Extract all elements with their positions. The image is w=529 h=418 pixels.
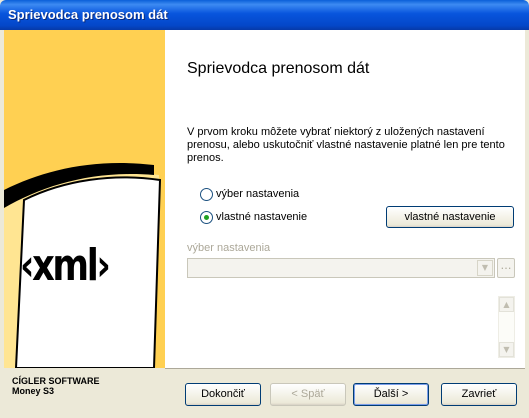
brand-product: Money S3	[12, 386, 55, 396]
sidebar-banner: ‹xml›	[4, 30, 165, 368]
footer-divider	[165, 368, 525, 369]
page-title: Sprievodca prenosom dát	[187, 60, 370, 77]
custom-settings-button[interactable]: vlastné nastavenie	[386, 206, 514, 228]
title-bar[interactable]: Sprievodca prenosom dát	[0, 0, 529, 30]
radio-preset[interactable]: výber nastavenia	[200, 187, 299, 201]
back-button[interactable]: < Späť	[270, 383, 346, 406]
xml-logo-text: ‹xml›	[20, 240, 111, 291]
finish-button[interactable]: Dokončiť	[185, 383, 261, 406]
main-panel: Sprievodca prenosom dát V prvom kroku mô…	[165, 30, 525, 368]
chevron-down-icon[interactable]: ▼	[477, 260, 493, 276]
radio-custom-label: vlastné nastavenie	[216, 211, 308, 223]
scroll-down-icon[interactable]: ▼	[499, 342, 514, 357]
scrollbar[interactable]: ▲ ▼	[498, 296, 515, 358]
scroll-up-icon[interactable]: ▲	[499, 297, 514, 312]
brand-area: CÍGLER SOFTWARE Money S3	[4, 368, 165, 414]
preset-field-label: výber nastavenia	[187, 242, 271, 254]
radio-preset-circle[interactable]	[200, 187, 213, 201]
next-button[interactable]: Ďalší >	[353, 383, 429, 406]
preset-select[interactable]: ▼	[187, 258, 495, 278]
browse-button[interactable]: …	[497, 258, 515, 278]
window-title: Sprievodca prenosom dát	[8, 7, 168, 22]
radio-preset-label: výber nastavenia	[216, 188, 300, 200]
close-button[interactable]: Zavrieť	[441, 383, 517, 406]
radio-custom-circle[interactable]	[200, 210, 213, 224]
wizard-window: Sprievodca prenosom dát ‹xml› CÍGLER SOF…	[0, 0, 529, 418]
description-text: V prvom kroku môžete vybrať niektorý z u…	[187, 126, 505, 164]
xml-document-illustration	[4, 162, 162, 368]
brand-company: CÍGLER SOFTWARE	[12, 376, 100, 386]
radio-selected-dot	[204, 214, 209, 220]
radio-custom[interactable]: vlastné nastavenie	[200, 210, 307, 224]
